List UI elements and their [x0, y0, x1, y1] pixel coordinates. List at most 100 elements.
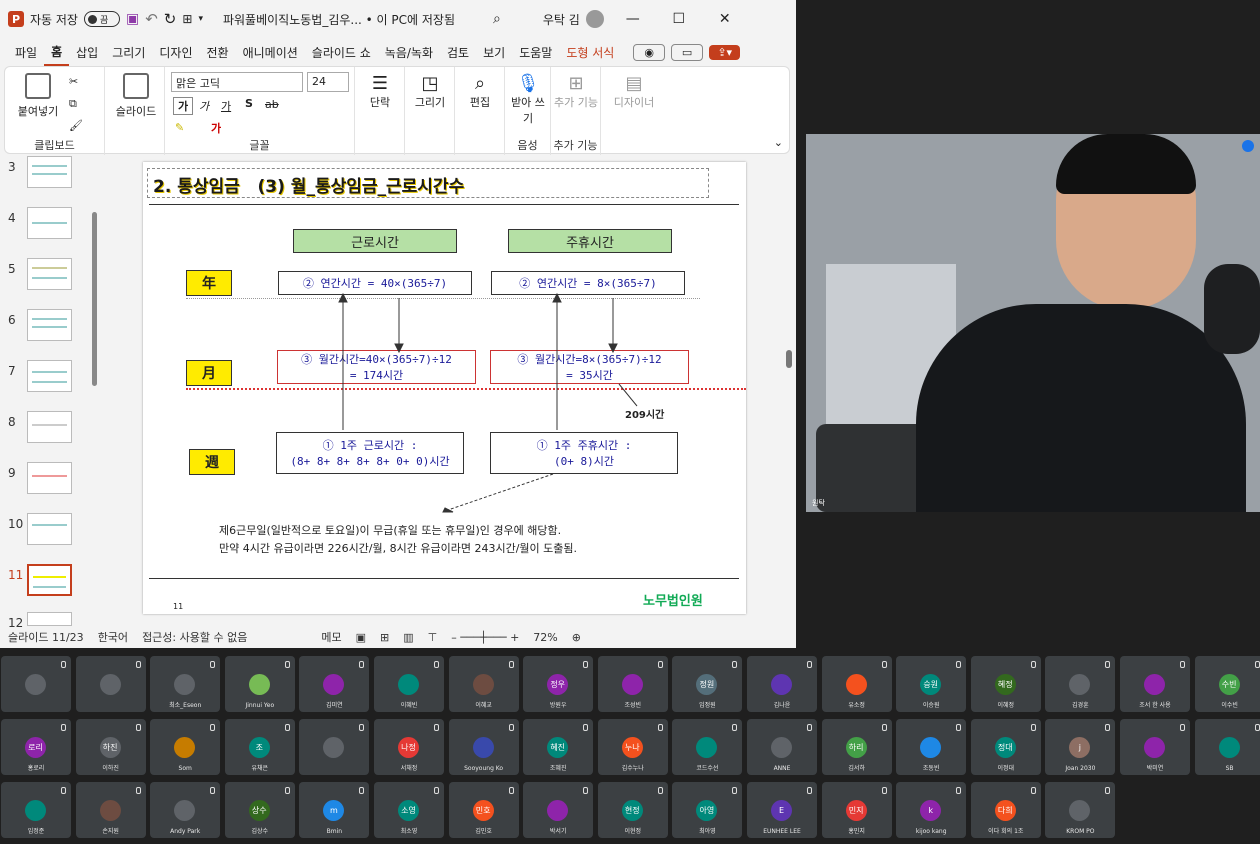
participant-tile[interactable]: 승원 이승원 — [896, 656, 967, 712]
participant-tile[interactable] — [299, 719, 370, 775]
slideshow-view-icon[interactable]: ⊤ — [428, 631, 438, 644]
slide-scrollbar[interactable] — [786, 350, 792, 368]
participant-tile[interactable]: 정우 방원우 — [523, 656, 594, 712]
font-size-select[interactable]: 24 — [307, 72, 349, 92]
menu-design[interactable]: 디자인 — [152, 38, 199, 66]
thumbnail-scrollbar[interactable] — [92, 212, 97, 386]
participant-tile[interactable]: 혜정 이혜정 — [970, 656, 1041, 712]
menu-help[interactable]: 도움말 — [512, 38, 559, 66]
participant-tile[interactable]: 코드수선 — [672, 719, 743, 775]
thumbnail-8[interactable]: 8 — [0, 411, 100, 457]
participant-tile[interactable]: 김미연 — [299, 656, 370, 712]
menu-record[interactable]: 녹음/녹화 — [378, 38, 440, 66]
undo-icon[interactable]: ↶ — [145, 10, 158, 28]
participant-tile[interactable]: 이혜빈 — [374, 656, 444, 712]
zoom-slider[interactable]: – ───┼─── + — [451, 631, 519, 644]
paste-button[interactable]: 붙여넣기 — [13, 73, 63, 119]
participant-tile[interactable]: 김경훈 — [1045, 656, 1116, 712]
participant-tile[interactable]: k kijoo kang — [896, 782, 967, 838]
participant-tile[interactable]: SB — [1194, 719, 1260, 775]
thumbnail-9[interactable]: 9 — [0, 462, 100, 508]
copy-icon[interactable]: ⧉ — [69, 97, 77, 111]
user-name[interactable]: 우탁 김 — [543, 11, 580, 28]
participant-tile[interactable]: 손지원 — [75, 782, 146, 838]
participant-tile[interactable]: Jinnui Yeo — [224, 656, 295, 712]
participant-tile[interactable]: 하리 김서하 — [821, 719, 892, 775]
participant-tile[interactable]: Som — [150, 719, 221, 775]
participant-tile[interactable]: 조성빈 — [597, 656, 668, 712]
menu-review[interactable]: 검토 — [440, 38, 476, 66]
participant-tile[interactable]: 박미연 — [1120, 719, 1190, 775]
avatar[interactable] — [585, 10, 604, 28]
participant-tile[interactable]: 현정 이현정 — [597, 782, 668, 838]
underline-button[interactable]: 가 — [221, 98, 231, 114]
participant-tile[interactable]: 정대 이정대 — [970, 719, 1041, 775]
autosave-toggle[interactable]: 끔 — [83, 11, 120, 27]
participant-tile[interactable]: 조동빈 — [896, 719, 967, 775]
participant-tile[interactable]: 정원 임정원 — [672, 656, 743, 712]
reading-view-icon[interactable]: ▥ — [403, 631, 413, 644]
participant-tile[interactable]: 민지 홍민지 — [821, 782, 892, 838]
participant-tile[interactable]: 유소정 — [821, 656, 892, 712]
save-icon[interactable]: ▣ — [126, 11, 139, 27]
font-name-select[interactable]: 맑은 고딕 — [171, 72, 303, 92]
dictate-button[interactable]: 🎙 받아 쓰기 — [507, 73, 549, 126]
participant-tile[interactable]: 박서기 — [523, 782, 594, 838]
participant-tile[interactable]: 조 유채은 — [224, 719, 295, 775]
participant-tile[interactable]: 하진 이하진 — [75, 719, 146, 775]
participant-tile[interactable]: KROM PO — [1045, 782, 1116, 838]
format-painter-icon[interactable]: 🖌 — [69, 119, 83, 132]
participant-tile[interactable]: 다희 이다 회의 1조 — [970, 782, 1041, 838]
menu-draw[interactable]: 그리기 — [105, 38, 152, 66]
editing-button[interactable]: ⌕ 편집 — [457, 73, 503, 110]
participant-tile[interactable]: ANNE — [747, 719, 817, 775]
participant-tile[interactable]: 나정 서채정 — [374, 719, 444, 775]
menu-shape-format[interactable]: 도형 서식 — [559, 38, 621, 66]
participant-tile[interactable]: 민호 김민호 — [448, 782, 519, 838]
sorter-view-icon[interactable]: ⊞ — [380, 631, 389, 644]
participant-tile[interactable]: 혜진 조혜진 — [523, 719, 594, 775]
menu-home[interactable]: 홈 — [44, 38, 70, 66]
slide-canvas[interactable]: 2. 통상임금 (3) 월_통상임금_근로시간수 근로시간 주휴시간 年 ② 연… — [143, 162, 746, 614]
menu-insert[interactable]: 삽입 — [69, 38, 105, 66]
menu-slideshow[interactable]: 슬라이드 쇼 — [305, 38, 378, 66]
thumbnail-6[interactable]: 6 — [0, 309, 100, 355]
participant-tile[interactable]: 상수 김상수 — [224, 782, 295, 838]
thumbnail-7[interactable]: 7 — [0, 360, 100, 406]
search-icon[interactable]: ⌕ — [493, 11, 501, 27]
zoom-level[interactable]: 72% — [533, 631, 557, 644]
close-button[interactable]: ✕ — [702, 11, 748, 27]
designer-button[interactable]: ▤ 디자이너 — [603, 73, 665, 110]
notes-button[interactable]: 메모 — [321, 629, 341, 645]
thumbnail-11[interactable]: 11 — [0, 564, 100, 610]
minimize-button[interactable]: — — [610, 11, 656, 27]
participant-tile[interactable]: 조서 한 사용 — [1120, 656, 1190, 712]
participant-tile[interactable]: 최소_Eseon — [150, 656, 221, 712]
participant-tile[interactable]: m Bmin — [299, 782, 370, 838]
participant-tile[interactable]: 누나 김수누나 — [597, 719, 668, 775]
paragraph-button[interactable]: ☰ 단락 — [357, 73, 403, 110]
participant-tile[interactable]: 김나윤 — [747, 656, 817, 712]
highlight-icon[interactable]: ✎ — [175, 121, 184, 134]
normal-view-icon[interactable]: ▣ — [356, 631, 366, 644]
thumbnail-3[interactable]: 3 — [0, 156, 100, 202]
italic-button[interactable]: 가 — [199, 98, 209, 114]
menu-animations[interactable]: 애니메이션 — [236, 38, 305, 66]
menu-transitions[interactable]: 전환 — [199, 38, 235, 66]
fit-slide-icon[interactable]: ⊕ — [572, 631, 581, 644]
present-icon[interactable]: ⊞ — [182, 12, 192, 26]
participant-tile[interactable]: 로리 홍로리 — [1, 719, 71, 775]
customize-icon[interactable]: ▾ — [198, 14, 203, 24]
thumbnail-5[interactable]: 5 — [0, 258, 100, 304]
collapse-ribbon-icon[interactable]: ⌄ — [774, 136, 783, 149]
shadow-button[interactable]: S — [245, 97, 253, 110]
new-slide-button[interactable]: 슬라이드 — [111, 73, 161, 119]
document-title[interactable]: 파워풀베이직노동법_김우... • 이 PC에 저장됨 — [223, 11, 455, 28]
thumbnail-10[interactable]: 10 — [0, 513, 100, 559]
participant-tile[interactable]: 이혜교 — [448, 656, 519, 712]
menu-file[interactable]: 파일 — [8, 38, 44, 66]
redo-icon[interactable]: ↻ — [164, 10, 177, 28]
font-color-button[interactable]: 가 — [211, 120, 221, 136]
addins-button[interactable]: ⊞ 추가 기능 — [553, 73, 599, 110]
menu-view[interactable]: 보기 — [476, 38, 512, 66]
